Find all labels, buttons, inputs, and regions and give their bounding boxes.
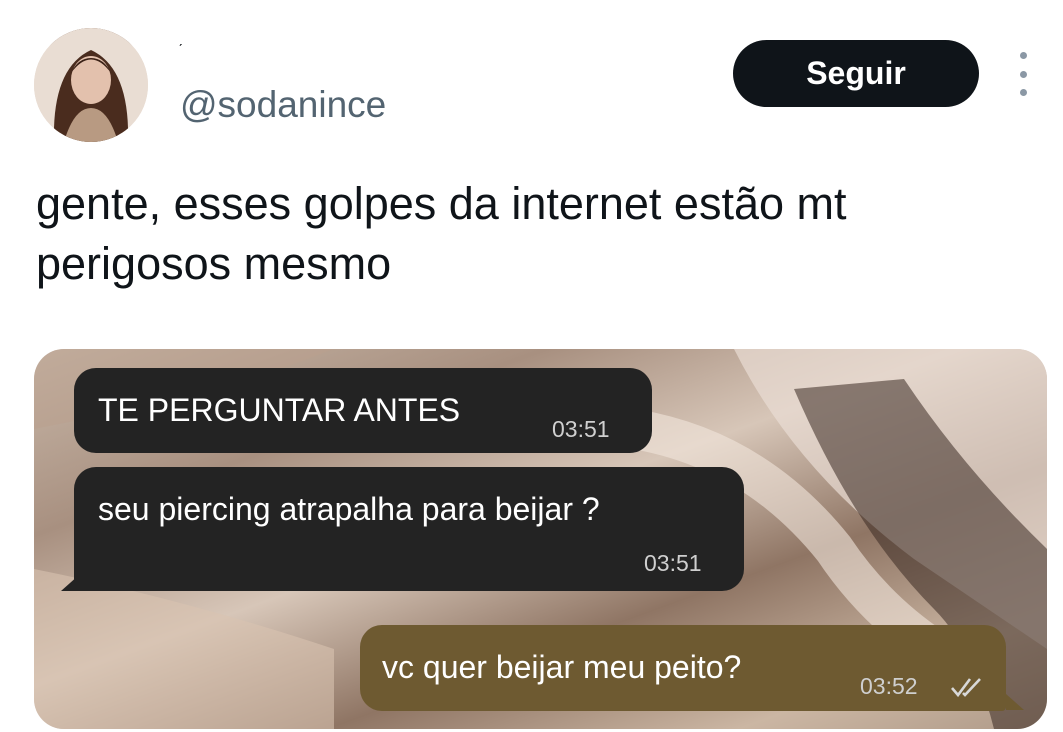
user-handle[interactable]: @sodanince (180, 84, 386, 126)
more-options-icon[interactable] (1008, 52, 1038, 96)
message-time: 03:51 (644, 550, 702, 576)
display-name[interactable]: ˏ (178, 30, 183, 46)
tweet-media-image[interactable]: TE PERGUNTAR ANTES 03:51 seu piercing at… (34, 349, 1047, 729)
chat-bubble-incoming: seu piercing atrapalha para beijar ? 03:… (74, 467, 744, 591)
bubble-tail-outgoing (1006, 694, 1024, 710)
double-check-icon (951, 678, 981, 698)
chat-bubble-outgoing: vc quer beijar meu peito? 03:52 (360, 625, 1006, 711)
avatar-photo (34, 28, 148, 142)
follow-button[interactable]: Seguir (733, 40, 979, 107)
avatar[interactable] (34, 28, 148, 142)
tweet-text: gente, esses golpes da internet estão mt… (36, 178, 847, 289)
bubble-tail-incoming (61, 575, 79, 591)
message-text: seu piercing atrapalha para beijar ? (98, 491, 600, 527)
chat-bubble-incoming: TE PERGUNTAR ANTES 03:51 (74, 368, 652, 453)
message-text: vc quer beijar meu peito? (382, 649, 742, 685)
message-time: 03:51 (552, 416, 610, 442)
message-text: TE PERGUNTAR ANTES (98, 392, 461, 428)
message-time: 03:52 (860, 673, 918, 699)
